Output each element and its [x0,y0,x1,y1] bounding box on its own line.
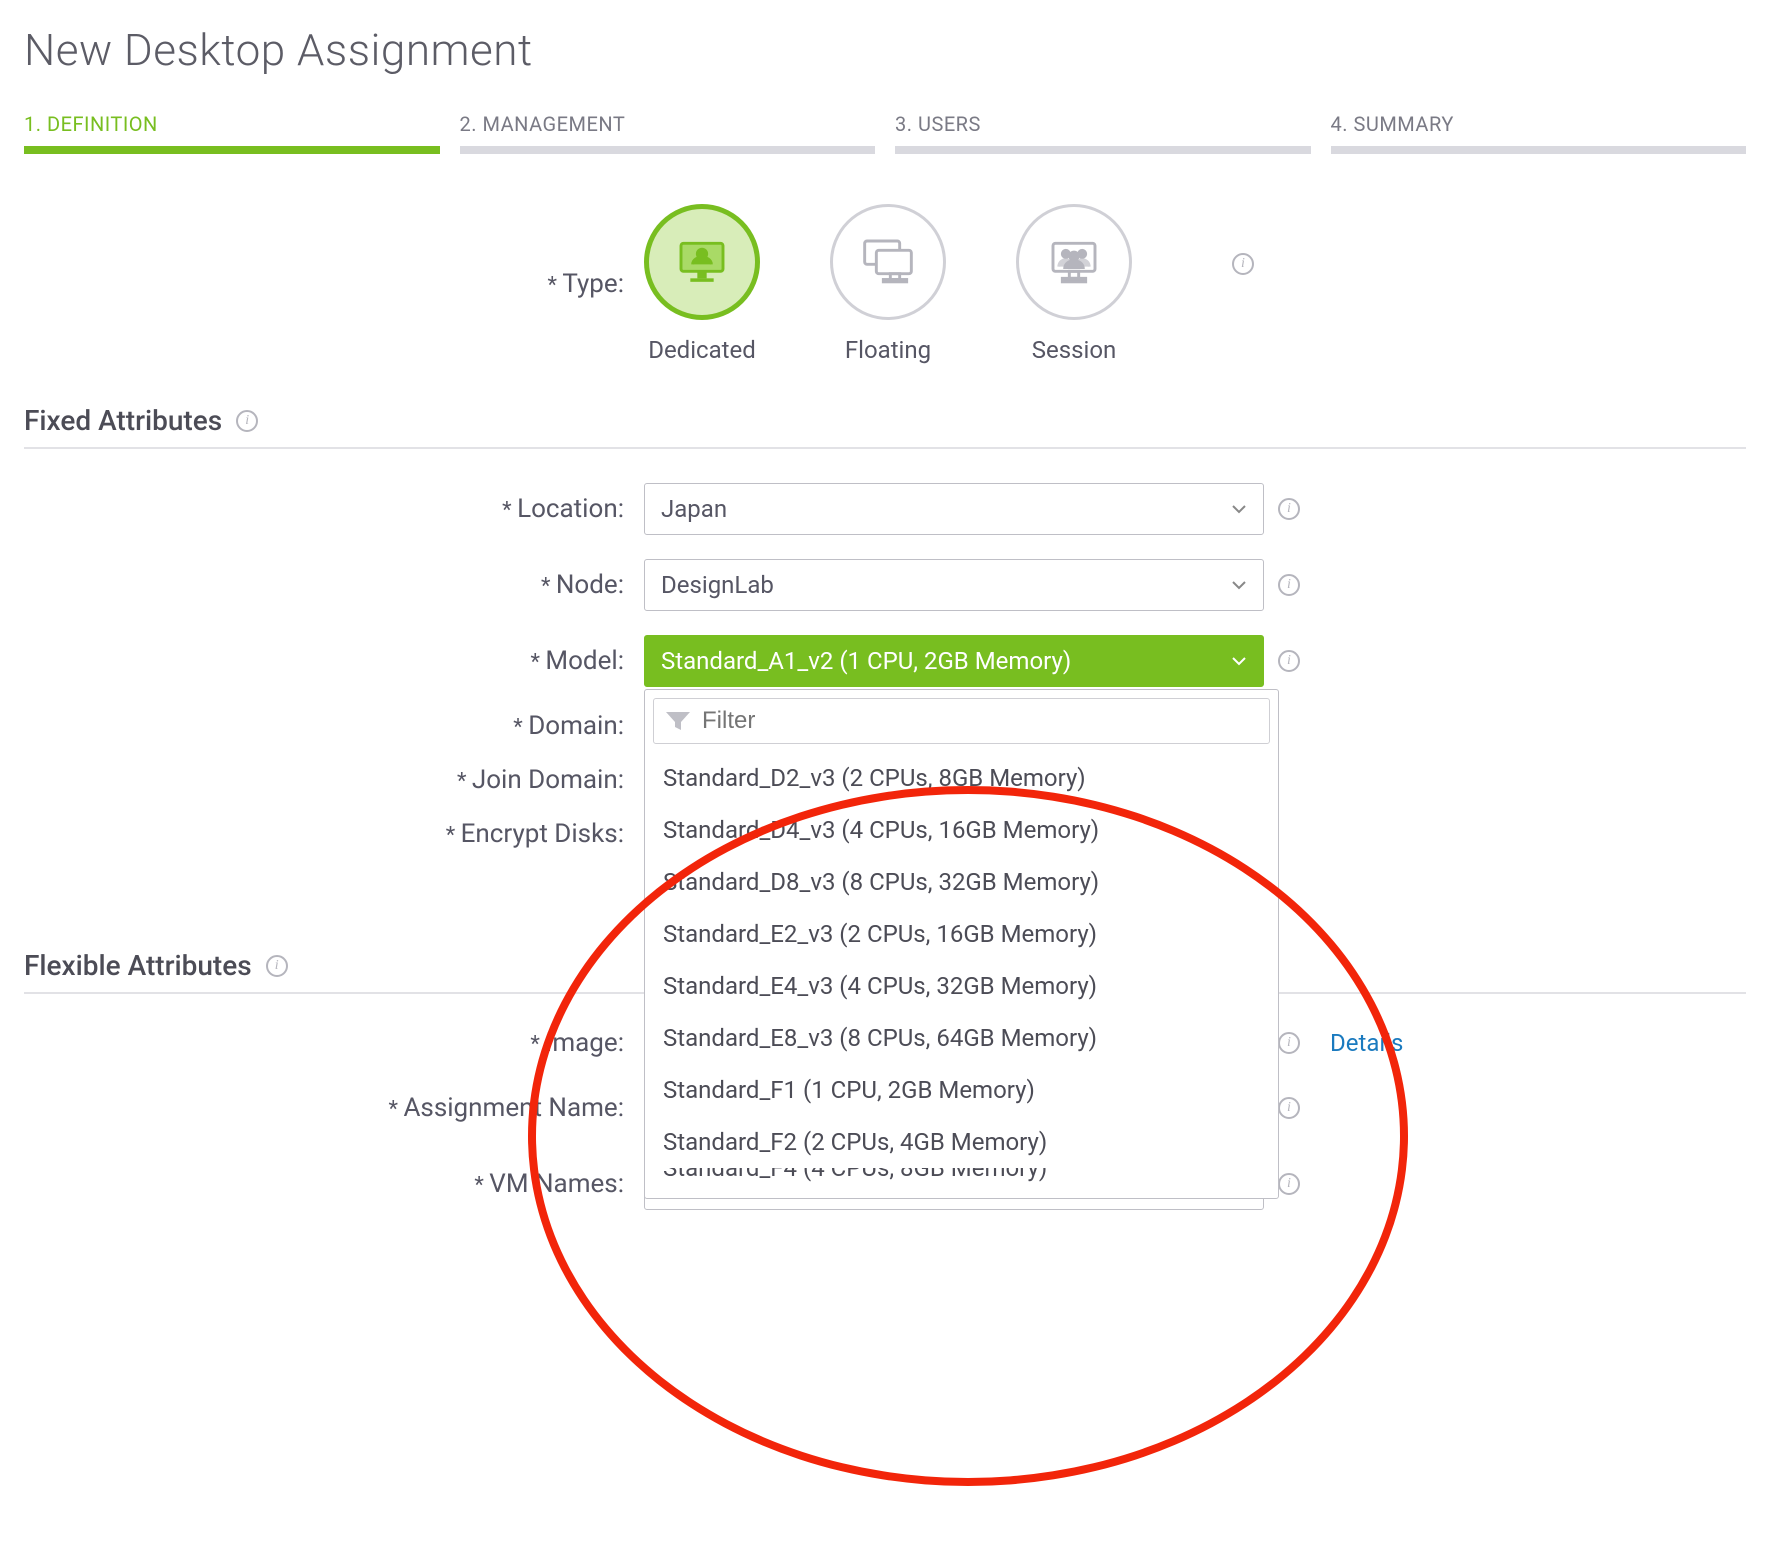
info-icon[interactable] [1278,1097,1300,1119]
info-icon[interactable] [1232,253,1254,275]
type-option-dedicated[interactable]: Dedicated [644,204,760,364]
model-option[interactable]: Standard_F1 (1 CPU, 2GB Memory) [645,1064,1278,1116]
type-label: Type: [24,269,644,299]
encrypt-disks-label: Encrypt Disks: [24,819,644,849]
vm-names-label: VM Names: [24,1169,644,1199]
type-option-label: Floating [845,336,931,364]
desktop-icon [644,204,760,320]
info-icon[interactable] [236,410,258,432]
page-title: New Desktop Assignment [24,24,1746,76]
session-icon [1016,204,1132,320]
type-option-label: Dedicated [648,336,756,364]
model-option[interactable]: Standard_F2 (2 CPUs, 4GB Memory) [645,1116,1278,1168]
filter-icon [664,710,692,732]
location-label: Location: [24,494,644,524]
model-option[interactable]: Standard_E4_v3 (4 CPUs, 32GB Memory) [645,960,1278,1012]
chevron-down-icon [1231,580,1247,590]
wizard-step-users[interactable]: 3. USERS [895,112,1311,154]
node-value: DesignLab [661,571,774,599]
node-label: Node: [24,570,644,600]
wizard-step-definition[interactable]: 1. DEFINITION [24,112,440,154]
model-option[interactable]: Standard_E8_v3 (8 CPUs, 64GB Memory) [645,1012,1278,1064]
type-option-label: Session [1032,336,1117,364]
chevron-down-icon [1231,656,1247,666]
domain-label: Domain: [24,711,644,741]
info-icon[interactable] [1278,498,1300,520]
node-select[interactable]: DesignLab [644,559,1264,611]
model-select[interactable]: Standard_A1_v2 (1 CPU, 2GB Memory) [644,635,1264,687]
location-value: Japan [661,495,727,523]
model-label: Model: [24,646,644,676]
model-option[interactable]: Standard_D8_v3 (8 CPUs, 32GB Memory) [645,856,1278,908]
wizard-steps: 1. DEFINITION 2. MANAGEMENT 3. USERS 4. … [24,112,1746,154]
info-icon[interactable] [1278,574,1300,596]
chevron-down-icon [1231,504,1247,514]
info-icon[interactable] [1278,1173,1300,1195]
model-option[interactable]: Standard_D4_v3 (4 CPUs, 16GB Memory) [645,804,1278,856]
wizard-step-management[interactable]: 2. MANAGEMENT [460,112,876,154]
type-option-floating[interactable]: Floating [830,204,946,364]
info-icon[interactable] [1278,650,1300,672]
info-icon[interactable] [266,955,288,977]
model-filter-input[interactable] [702,707,1259,735]
image-label: Image: [24,1028,644,1058]
model-option[interactable]: Standard_F4 (4 CPUs, 8GB Memory) [645,1168,1278,1198]
info-icon[interactable] [1278,1032,1300,1054]
model-dropdown: Standard_D2_v3 (2 CPUs, 8GB Memory) Stan… [644,689,1279,1199]
assignment-name-label: Assignment Name: [24,1093,644,1123]
type-option-session[interactable]: Session [1016,204,1132,364]
wizard-step-summary[interactable]: 4. SUMMARY [1331,112,1747,154]
section-fixed-attributes: Fixed Attributes [24,404,1746,449]
model-option[interactable]: Standard_D2_v3 (2 CPUs, 8GB Memory) [645,752,1278,804]
join-domain-label: Join Domain: [24,765,644,795]
location-select[interactable]: Japan [644,483,1264,535]
image-details-link[interactable]: Details [1330,1029,1403,1057]
model-option[interactable]: Standard_E2_v3 (2 CPUs, 16GB Memory) [645,908,1278,960]
model-value: Standard_A1_v2 (1 CPU, 2GB Memory) [661,647,1071,675]
desktops-icon [830,204,946,320]
model-filter[interactable] [653,698,1270,744]
